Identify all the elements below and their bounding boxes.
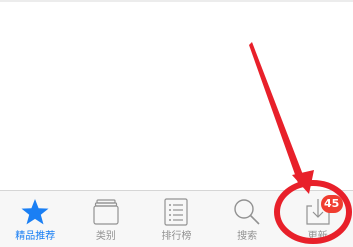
updates-count-badge: 45 [320,195,343,213]
tab-top-charts-label: 排行榜 [161,231,192,242]
tab-bar: 精品推荐 类别 排行榜 搜索 45 更新 [0,190,353,247]
tab-categories[interactable]: 类别 [71,191,142,247]
tab-search-label: 搜索 [237,231,258,242]
annotation-arrow [249,42,314,194]
tab-updates[interactable]: 45 更新 [282,191,353,247]
tab-featured-label: 精品推荐 [15,231,56,242]
tab-top-charts[interactable]: 排行榜 [141,191,212,247]
tab-featured[interactable]: 精品推荐 [0,191,71,247]
top-divider [0,0,353,2]
search-icon [230,197,264,227]
tab-categories-label: 类别 [95,231,116,242]
stacked-squares-icon [89,197,123,227]
download-tray-icon: 45 [301,195,343,227]
tab-search[interactable]: 搜索 [212,191,283,247]
star-icon [18,197,52,227]
tab-updates-label: 更新 [307,231,328,242]
list-icon [159,197,193,227]
